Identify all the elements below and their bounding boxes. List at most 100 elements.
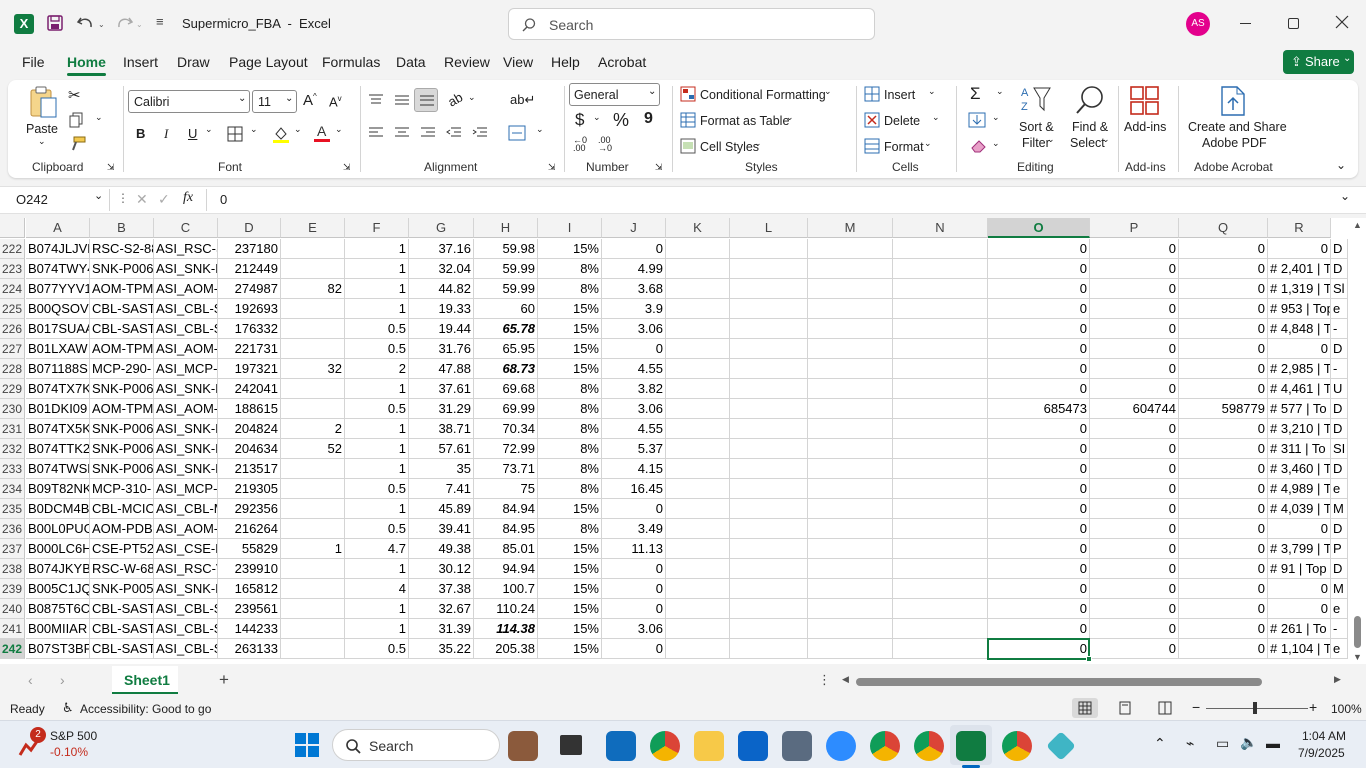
cell-s230[interactable]: D: [1331, 399, 1348, 419]
cell-m240[interactable]: [808, 599, 893, 619]
cell-s236[interactable]: D: [1331, 519, 1348, 539]
cell-r239[interactable]: 0: [1268, 579, 1331, 599]
cell-a223[interactable]: B074TWY4: [26, 259, 90, 279]
clear-icon[interactable]: [970, 138, 988, 154]
cell-h223[interactable]: 59.99: [474, 259, 538, 279]
cell-f235[interactable]: 1: [345, 499, 409, 519]
cell-g230[interactable]: 31.29: [409, 399, 474, 419]
cell-i240[interactable]: 15%: [538, 599, 602, 619]
stock-widget[interactable]: 2 S&P 500 -0.10%: [16, 727, 136, 763]
clock-date[interactable]: 7/9/2025: [1298, 746, 1345, 760]
cell-m226[interactable]: [808, 319, 893, 339]
cell-h240[interactable]: 110.24: [474, 599, 538, 619]
align-top-icon[interactable]: [368, 94, 384, 106]
cell-q223[interactable]: 0: [1179, 259, 1268, 279]
cell-l227[interactable]: [730, 339, 808, 359]
taskbar-search[interactable]: Search: [332, 729, 500, 761]
cell-c237[interactable]: ASI_CSE-P: [154, 539, 218, 559]
cell-g242[interactable]: 35.22: [409, 639, 474, 659]
cell-s238[interactable]: D: [1331, 559, 1348, 579]
cell-a233[interactable]: B074TWSL: [26, 459, 90, 479]
cell-m235[interactable]: [808, 499, 893, 519]
row-header[interactable]: 228: [0, 359, 25, 379]
cell-c224[interactable]: ASI_AOM-: [154, 279, 218, 299]
cell-r234[interactable]: # 4,989 | T: [1268, 479, 1331, 499]
cell-k236[interactable]: [666, 519, 730, 539]
cell-j233[interactable]: 4.15: [602, 459, 666, 479]
cell-b233[interactable]: SNK-P006: [90, 459, 154, 479]
cell-e226[interactable]: [281, 319, 345, 339]
cell-a224[interactable]: B077YYV1: [26, 279, 90, 299]
cell-f241[interactable]: 1: [345, 619, 409, 639]
cell-j242[interactable]: 0: [602, 639, 666, 659]
cell-h232[interactable]: 72.99: [474, 439, 538, 459]
copy-dropdown-icon[interactable]: ⌄: [95, 112, 103, 123]
cell-h231[interactable]: 70.34: [474, 419, 538, 439]
cell-e228[interactable]: 32: [281, 359, 345, 379]
cell-m228[interactable]: [808, 359, 893, 379]
cell-a234[interactable]: B09T82NK: [26, 479, 90, 499]
zoom-out-icon[interactable]: −: [1192, 699, 1200, 715]
cell-e224[interactable]: 82: [281, 279, 345, 299]
row-header[interactable]: 226: [0, 319, 25, 339]
cell-g225[interactable]: 19.33: [409, 299, 474, 319]
cell-p224[interactable]: 0: [1090, 279, 1179, 299]
find-select-dropdown-icon[interactable]: ⌄: [1102, 134, 1110, 145]
calculator-icon[interactable]: [782, 731, 812, 761]
network-icon[interactable]: ⌁: [1186, 735, 1194, 752]
minimize-icon[interactable]: [1240, 23, 1251, 24]
cell-styles-dropdown-icon[interactable]: ⌄: [754, 138, 762, 149]
cell-s241[interactable]: -: [1331, 619, 1348, 639]
clipboard-launcher-icon[interactable]: ⇲: [107, 162, 115, 173]
cell-r242[interactable]: # 1,104 | T: [1268, 639, 1331, 659]
cell-q234[interactable]: 0: [1179, 479, 1268, 499]
confirm-entry-icon[interactable]: ✓: [158, 191, 170, 208]
cell-g228[interactable]: 47.88: [409, 359, 474, 379]
cell-m238[interactable]: [808, 559, 893, 579]
cell-c222[interactable]: ASI_RSC-S: [154, 239, 218, 259]
autosum-dropdown-icon[interactable]: ⌄: [996, 86, 1004, 97]
cell-b241[interactable]: CBL-SAST-: [90, 619, 154, 639]
cell-q225[interactable]: 0: [1179, 299, 1268, 319]
cell-g234[interactable]: 7.41: [409, 479, 474, 499]
cell-e233[interactable]: [281, 459, 345, 479]
cell-styles-icon[interactable]: [680, 138, 696, 154]
row-header[interactable]: 225: [0, 299, 25, 319]
cell-f240[interactable]: 1: [345, 599, 409, 619]
cell-f228[interactable]: 2: [345, 359, 409, 379]
row-header[interactable]: 229: [0, 379, 25, 399]
number-format-select[interactable]: General ⌄: [569, 83, 660, 106]
cell-p241[interactable]: 0: [1090, 619, 1179, 639]
cell-e227[interactable]: [281, 339, 345, 359]
cell-n235[interactable]: [893, 499, 988, 519]
number-launcher-icon[interactable]: ⇲: [655, 162, 663, 173]
cell-h222[interactable]: 59.98: [474, 239, 538, 259]
cell-s228[interactable]: -: [1331, 359, 1348, 379]
cell-h241[interactable]: 114.38: [474, 619, 538, 639]
align-center-icon[interactable]: [394, 127, 410, 139]
cell-o242[interactable]: 0: [988, 639, 1090, 659]
cell-a237[interactable]: B000LC6H: [26, 539, 90, 559]
cell-k227[interactable]: [666, 339, 730, 359]
cell-h226[interactable]: 65.78: [474, 319, 538, 339]
alignment-launcher-icon[interactable]: ⇲: [548, 162, 556, 173]
cell-l222[interactable]: [730, 239, 808, 259]
cell-h233[interactable]: 73.71: [474, 459, 538, 479]
cell-f238[interactable]: 1: [345, 559, 409, 579]
cell-r229[interactable]: # 4,461 | T: [1268, 379, 1331, 399]
cell-j223[interactable]: 4.99: [602, 259, 666, 279]
row-header[interactable]: 222: [0, 239, 25, 259]
increase-decimal-icon[interactable]: ←0.00: [573, 136, 587, 153]
accessibility-icon[interactable]: ♿: [62, 700, 74, 716]
cell-e238[interactable]: [281, 559, 345, 579]
cell-g226[interactable]: 19.44: [409, 319, 474, 339]
cell-q240[interactable]: 0: [1179, 599, 1268, 619]
cell-c239[interactable]: ASI_SNK-P: [154, 579, 218, 599]
find-select-button-line2[interactable]: Select: [1070, 136, 1105, 150]
redo-icon[interactable]: [114, 14, 134, 32]
cell-b223[interactable]: SNK-P006: [90, 259, 154, 279]
conditional-formatting-dropdown-icon[interactable]: ⌄: [824, 86, 832, 97]
cell-b227[interactable]: AOM-TPM: [90, 339, 154, 359]
cell-q229[interactable]: 0: [1179, 379, 1268, 399]
cell-m229[interactable]: [808, 379, 893, 399]
